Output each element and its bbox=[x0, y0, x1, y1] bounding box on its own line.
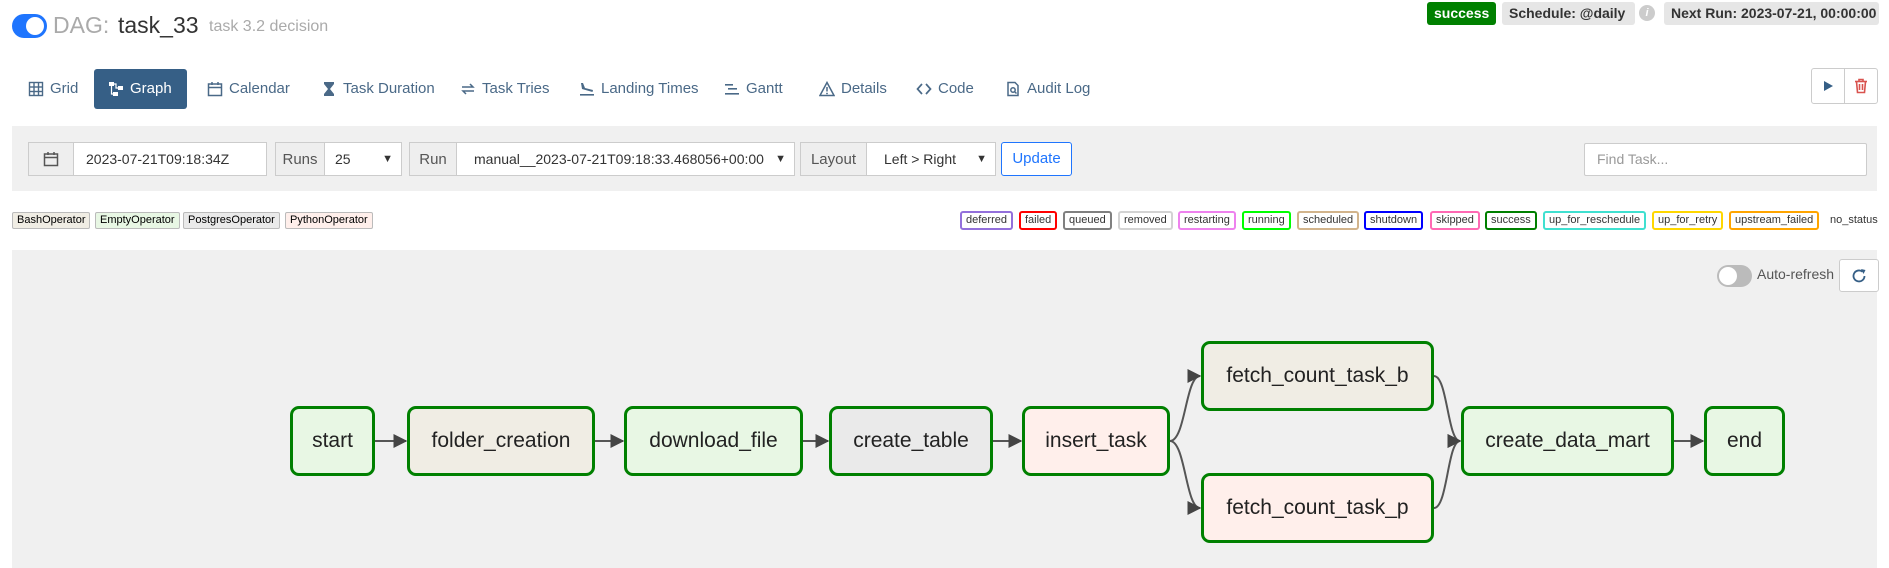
landing-icon bbox=[580, 83, 594, 96]
info-icon[interactable]: i bbox=[1639, 5, 1655, 21]
operator-legend-bash: BashOperator bbox=[12, 212, 91, 229]
layout-select-value: Left > Right bbox=[884, 151, 956, 167]
task-node-label: create_data_mart bbox=[1485, 429, 1650, 452]
base-date-input[interactable]: 2023-07-21T09:18:34Z bbox=[73, 142, 267, 176]
task-node-fetch-count-task-b[interactable]: fetch_count_task_b bbox=[1201, 341, 1434, 411]
delete-dag-button[interactable] bbox=[1844, 68, 1878, 104]
layout-label: Layout bbox=[800, 142, 867, 176]
next-run-badge: Next Run: 2023-07-21, 00:00:00 bbox=[1664, 2, 1879, 25]
operator-legend-empty: EmptyOperator bbox=[95, 212, 180, 229]
gantt-icon bbox=[725, 84, 739, 95]
tab-label: Details bbox=[841, 80, 887, 97]
tab-label: Audit Log bbox=[1027, 80, 1091, 97]
run-label: Run bbox=[409, 142, 457, 176]
operator-legend-postgres: PostgresOperator bbox=[183, 212, 280, 229]
tab-label: Grid bbox=[50, 80, 79, 97]
refresh-icon bbox=[1852, 268, 1866, 282]
graph-icon bbox=[109, 82, 123, 96]
state-legend-scheduled[interactable]: scheduled bbox=[1297, 211, 1360, 230]
warning-triangle-icon bbox=[819, 81, 835, 97]
audit-icon bbox=[1007, 81, 1019, 97]
task-node-label: create_table bbox=[853, 429, 969, 452]
dag-status-badge: success bbox=[1427, 2, 1497, 25]
code-icon bbox=[916, 83, 932, 95]
tab-code[interactable]: Code bbox=[908, 69, 984, 109]
state-legend-upstream-failed[interactable]: upstream_failed bbox=[1729, 211, 1820, 230]
layout-select[interactable]: Left > Right ▼ bbox=[866, 142, 996, 176]
tab-label: Code bbox=[938, 80, 974, 97]
tab-graph[interactable]: Graph bbox=[94, 69, 187, 109]
state-legend-no-status[interactable]: no_status bbox=[1824, 211, 1884, 230]
auto-refresh-label: Auto-refresh bbox=[1757, 266, 1835, 282]
tab-label: Gantt bbox=[746, 80, 783, 97]
state-legend-up-for-reschedule[interactable]: up_for_reschedule bbox=[1543, 211, 1647, 230]
task-node-label: folder_creation bbox=[431, 429, 571, 452]
hourglass-icon bbox=[324, 82, 334, 96]
task-node-label: fetch_count_task_b bbox=[1226, 364, 1409, 387]
state-legend-deferred[interactable]: deferred bbox=[960, 211, 1013, 230]
task-node-end[interactable]: end bbox=[1704, 406, 1785, 476]
task-node-label: end bbox=[1726, 429, 1763, 452]
task-node-label: fetch_count_task_p bbox=[1226, 496, 1409, 519]
chevron-down-icon: ▼ bbox=[382, 153, 393, 165]
find-task-input[interactable]: Find Task... bbox=[1584, 143, 1867, 176]
state-legend-failed[interactable]: failed bbox=[1019, 211, 1058, 230]
tab-details[interactable]: Details bbox=[811, 69, 897, 109]
task-node-download-file[interactable]: download_file bbox=[624, 406, 803, 476]
tab-audit-log[interactable]: Audit Log bbox=[997, 69, 1100, 109]
task-node-label: insert_task bbox=[1045, 429, 1147, 452]
dag-pause-toggle[interactable] bbox=[12, 14, 47, 38]
state-legend-success[interactable]: success bbox=[1485, 211, 1537, 230]
tab-grid[interactable]: Grid bbox=[20, 69, 88, 109]
tab-task-duration[interactable]: Task Duration bbox=[313, 69, 445, 109]
auto-refresh-toggle[interactable] bbox=[1717, 265, 1752, 287]
state-legend-queued[interactable]: queued bbox=[1063, 211, 1112, 230]
tab-label: Landing Times bbox=[601, 80, 699, 97]
dag-prefix: DAG: bbox=[53, 12, 110, 38]
tab-task-tries[interactable]: Task Tries bbox=[452, 69, 560, 109]
dag-description: task 3.2 decision bbox=[209, 18, 329, 35]
update-button[interactable]: Update bbox=[1001, 142, 1072, 176]
refresh-button[interactable] bbox=[1839, 259, 1879, 292]
play-icon bbox=[1824, 81, 1833, 91]
task-node-label: download_file bbox=[649, 429, 778, 452]
state-legend-restarting[interactable]: restarting bbox=[1178, 211, 1236, 230]
tab-label: Graph bbox=[130, 80, 172, 97]
grid-icon bbox=[28, 81, 44, 97]
state-legend-removed[interactable]: removed bbox=[1118, 211, 1173, 230]
tab-label: Task Duration bbox=[343, 80, 435, 97]
run-select[interactable]: manual__2023-07-21T09:18:33.468056+00:00… bbox=[456, 142, 795, 176]
tab-gantt[interactable]: Gantt bbox=[716, 69, 793, 109]
task-node-folder-creation[interactable]: folder_creation bbox=[407, 406, 595, 476]
tab-landing-times[interactable]: Landing Times bbox=[571, 69, 709, 109]
task-node-label: start bbox=[312, 429, 353, 452]
runs-select[interactable]: 25 ▼ bbox=[324, 142, 402, 176]
run-select-value: manual__2023-07-21T09:18:33.468056+00:00 bbox=[474, 151, 764, 167]
operator-legend-python: PythonOperator bbox=[285, 212, 373, 229]
tab-calendar[interactable]: Calendar bbox=[199, 69, 300, 109]
task-node-start[interactable]: start bbox=[290, 406, 375, 476]
calendar-picker-button[interactable] bbox=[28, 142, 74, 176]
runs-select-value: 25 bbox=[335, 151, 351, 167]
task-node-create-table[interactable]: create_table bbox=[829, 406, 993, 476]
schedule-badge: Schedule: @daily bbox=[1502, 2, 1635, 25]
trigger-dag-button[interactable] bbox=[1811, 68, 1845, 104]
task-node-create-data-mart[interactable]: create_data_mart bbox=[1461, 406, 1674, 476]
runs-label: Runs bbox=[275, 142, 325, 176]
dag-id-title: task_33 bbox=[118, 12, 199, 38]
task-node-insert-task[interactable]: insert_task bbox=[1022, 406, 1170, 476]
state-legend-up-for-retry[interactable]: up_for_retry bbox=[1652, 211, 1724, 230]
retry-icon bbox=[461, 83, 475, 95]
tab-label: Task Tries bbox=[482, 80, 550, 97]
tab-label: Calendar bbox=[229, 80, 290, 97]
chevron-down-icon: ▼ bbox=[775, 153, 786, 165]
chevron-down-icon: ▼ bbox=[976, 153, 987, 165]
state-legend-skipped[interactable]: skipped bbox=[1430, 211, 1480, 230]
calendar-icon bbox=[207, 82, 223, 97]
state-legend-shutdown[interactable]: shutdown bbox=[1364, 211, 1424, 230]
trash-icon bbox=[1855, 78, 1867, 94]
task-node-fetch-count-task-p[interactable]: fetch_count_task_p bbox=[1201, 473, 1434, 543]
calendar-icon bbox=[43, 152, 59, 167]
state-legend-running[interactable]: running bbox=[1242, 211, 1291, 230]
